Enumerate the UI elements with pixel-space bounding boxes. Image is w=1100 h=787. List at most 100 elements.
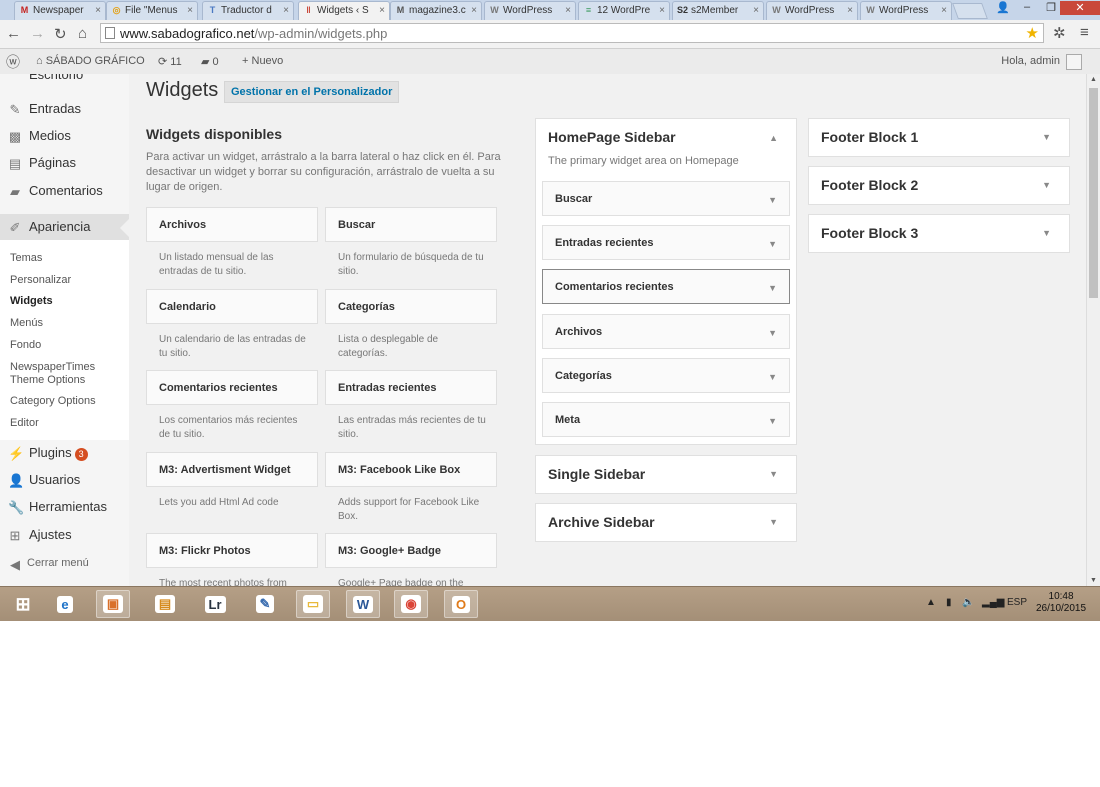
language-indicator[interactable]: ESP — [1007, 597, 1027, 608]
browser-tab[interactable]: T Traductor d × — [202, 1, 294, 20]
widget-archivos[interactable]: Archivos — [146, 207, 318, 242]
sidebar-widget-categorias[interactable]: Categorías ▼ — [542, 358, 790, 393]
close-tab-icon[interactable]: × — [283, 5, 289, 16]
explorer-icon[interactable]: ▭ — [296, 590, 330, 618]
back-icon[interactable]: ← — [6, 25, 21, 42]
expand-arrow-icon[interactable]: ▼ — [768, 328, 777, 338]
extension-icon[interactable]: ✲ — [1053, 24, 1066, 42]
submenu-item-fondo[interactable]: Fondo — [10, 339, 41, 352]
expand-arrow-icon[interactable]: ▼ — [768, 372, 777, 382]
menu-item-dashboard[interactable]: Escritorio — [0, 74, 129, 89]
browser-tab[interactable]: W WordPress × — [860, 1, 952, 20]
browser-tab[interactable]: ≡ 12 WordPre × — [578, 1, 670, 20]
browser-tab[interactable]: W WordPress × — [484, 1, 576, 20]
battery-icon[interactable]: ▮ — [946, 597, 952, 608]
outlook-icon[interactable]: O — [444, 590, 478, 618]
notes-icon[interactable]: ▤ — [148, 590, 182, 618]
home-icon[interactable]: ⌂ — [78, 25, 87, 42]
address-bar[interactable]: www.sabadografico.net/wp-admin/widgets.p… — [100, 23, 1044, 43]
sidebar-title[interactable]: HomePage Sidebar — [548, 129, 676, 145]
comments-link[interactable]: ▰ 0 — [201, 55, 219, 68]
menu-item-entradas[interactable]: ✎ Entradas — [0, 96, 129, 123]
sidebar-widget-comentarios-recientes[interactable]: Comentarios recientes ▼ — [542, 269, 790, 304]
bookmark-star-icon[interactable]: ★ — [1026, 24, 1039, 42]
sidebar-widget-archivos[interactable]: Archivos ▼ — [542, 314, 790, 349]
collapse-arrow-icon[interactable]: ▲ — [769, 133, 778, 143]
expand-arrow-icon[interactable]: ▼ — [769, 469, 778, 479]
ie-icon[interactable]: e — [48, 590, 82, 618]
browser-tab[interactable]: S2 s2Member × — [672, 1, 764, 20]
menu-item-comentarios[interactable]: ▰ Comentarios — [0, 178, 129, 205]
browser-tab[interactable]: ‖ Widgets ‹ S × — [298, 1, 390, 20]
footer-block-2[interactable]: Footer Block 2 ▼ — [808, 166, 1070, 205]
submenu-item-menus[interactable]: Menús — [10, 317, 43, 330]
footer-block-3[interactable]: Footer Block 3 ▼ — [808, 214, 1070, 253]
sidebar-widget-buscar[interactable]: Buscar ▼ — [542, 181, 790, 216]
menu-item-plugins[interactable]: ⚡ Plugins 3 — [0, 440, 129, 467]
browser-tab[interactable]: Mmagazine3.c × — [390, 1, 482, 20]
expand-arrow-icon[interactable]: ▼ — [1042, 228, 1051, 238]
volume-icon[interactable]: 🔈 — [962, 597, 974, 608]
close-tab-icon[interactable]: × — [95, 5, 101, 16]
browser-tab[interactable]: ◎ File "Menus × — [106, 1, 198, 20]
lightroom-icon[interactable]: Lr — [198, 590, 232, 618]
avatar[interactable] — [1066, 54, 1082, 70]
submenu-item-theme-options[interactable]: NewspaperTimes Theme Options — [10, 361, 110, 387]
browser-tab[interactable]: W WordPress × — [766, 1, 858, 20]
expand-arrow-icon[interactable]: ▼ — [768, 283, 777, 293]
submenu-item-editor[interactable]: Editor — [10, 417, 39, 430]
chrome-icon[interactable]: ◉ — [394, 590, 428, 618]
menu-item-usuarios[interactable]: 👤 Usuarios — [0, 467, 129, 494]
app-icon[interactable]: ▣ — [96, 590, 130, 618]
clock[interactable]: 10:48 26/10/2015 — [1036, 591, 1086, 615]
site-name-link[interactable]: ⌂ SÁBADO GRÁFICO — [36, 55, 145, 67]
widget-m3-google-badge[interactable]: M3: Google+ Badge — [325, 533, 497, 568]
new-content-link[interactable]: + Nuevo — [242, 55, 283, 67]
footer-block-1[interactable]: Footer Block 1 ▼ — [808, 118, 1070, 157]
page-scrollbar[interactable]: ▲ ▼ — [1086, 74, 1100, 586]
feather-icon[interactable]: ✎ — [248, 590, 282, 618]
close-tab-icon[interactable]: × — [659, 5, 665, 16]
single-sidebar[interactable]: Single Sidebar ▼ — [535, 455, 797, 494]
archive-sidebar[interactable]: Archive Sidebar ▼ — [535, 503, 797, 542]
expand-arrow-icon[interactable]: ▼ — [1042, 180, 1051, 190]
menu-item-paginas[interactable]: ▤ Páginas — [0, 150, 129, 177]
show-hidden-icons[interactable]: ▲ — [926, 597, 936, 608]
menu-icon[interactable]: ≡ — [1080, 24, 1089, 41]
reload-icon[interactable]: ↻ — [54, 25, 67, 43]
browser-tab[interactable]: M Newspaper × — [14, 1, 106, 20]
scroll-up-icon[interactable]: ▲ — [1090, 76, 1097, 83]
widget-comentarios-recientes[interactable]: Comentarios recientes — [146, 370, 318, 405]
expand-arrow-icon[interactable]: ▼ — [768, 195, 777, 205]
close-tab-icon[interactable]: × — [379, 5, 385, 16]
network-icon[interactable]: ▂▄▆ — [982, 597, 1004, 608]
expand-arrow-icon[interactable]: ▼ — [769, 517, 778, 527]
close-tab-icon[interactable]: × — [565, 5, 571, 16]
new-tab-button[interactable] — [952, 3, 988, 19]
menu-item-herramientas[interactable]: 🔧 Herramientas — [0, 494, 129, 521]
sidebar-widget-meta[interactable]: Meta ▼ — [542, 402, 790, 437]
scrollbar-thumb[interactable] — [1089, 88, 1098, 298]
submenu-item-personalizar[interactable]: Personalizar — [10, 274, 71, 287]
expand-arrow-icon[interactable]: ▼ — [768, 416, 777, 426]
wordpress-logo-icon[interactable]: ⓦ — [6, 52, 20, 72]
expand-arrow-icon[interactable]: ▼ — [1042, 132, 1051, 142]
widget-buscar[interactable]: Buscar — [325, 207, 497, 242]
sidebar-widget-entradas-recientes[interactable]: Entradas recientes ▼ — [542, 225, 790, 260]
widget-m3-facebook-like-box[interactable]: M3: Facebook Like Box — [325, 452, 497, 487]
user-icon[interactable]: 👤 — [992, 1, 1014, 15]
menu-item-apariencia[interactable]: ✐ Apariencia — [0, 214, 129, 241]
widget-m3-flickr-photos[interactable]: M3: Flickr Photos — [146, 533, 318, 568]
close-tab-icon[interactable]: × — [471, 5, 477, 16]
submenu-item-category-options[interactable]: Category Options — [10, 395, 96, 408]
manage-in-customizer-button[interactable]: Gestionar en el Personalizador — [224, 81, 400, 103]
widget-entradas-recientes[interactable]: Entradas recientes — [325, 370, 497, 405]
widget-m3-advertisment[interactable]: M3: Advertisment Widget — [146, 452, 318, 487]
widget-calendario[interactable]: Calendario — [146, 289, 318, 324]
widget-categorias[interactable]: Categorías — [325, 289, 497, 324]
submenu-item-temas[interactable]: Temas — [10, 252, 42, 265]
my-account-link[interactable]: Hola, admin — [1001, 55, 1060, 67]
submenu-item-widgets[interactable]: Widgets — [10, 295, 53, 308]
forward-icon[interactable]: → — [30, 25, 45, 42]
close-tab-icon[interactable]: × — [753, 5, 759, 16]
